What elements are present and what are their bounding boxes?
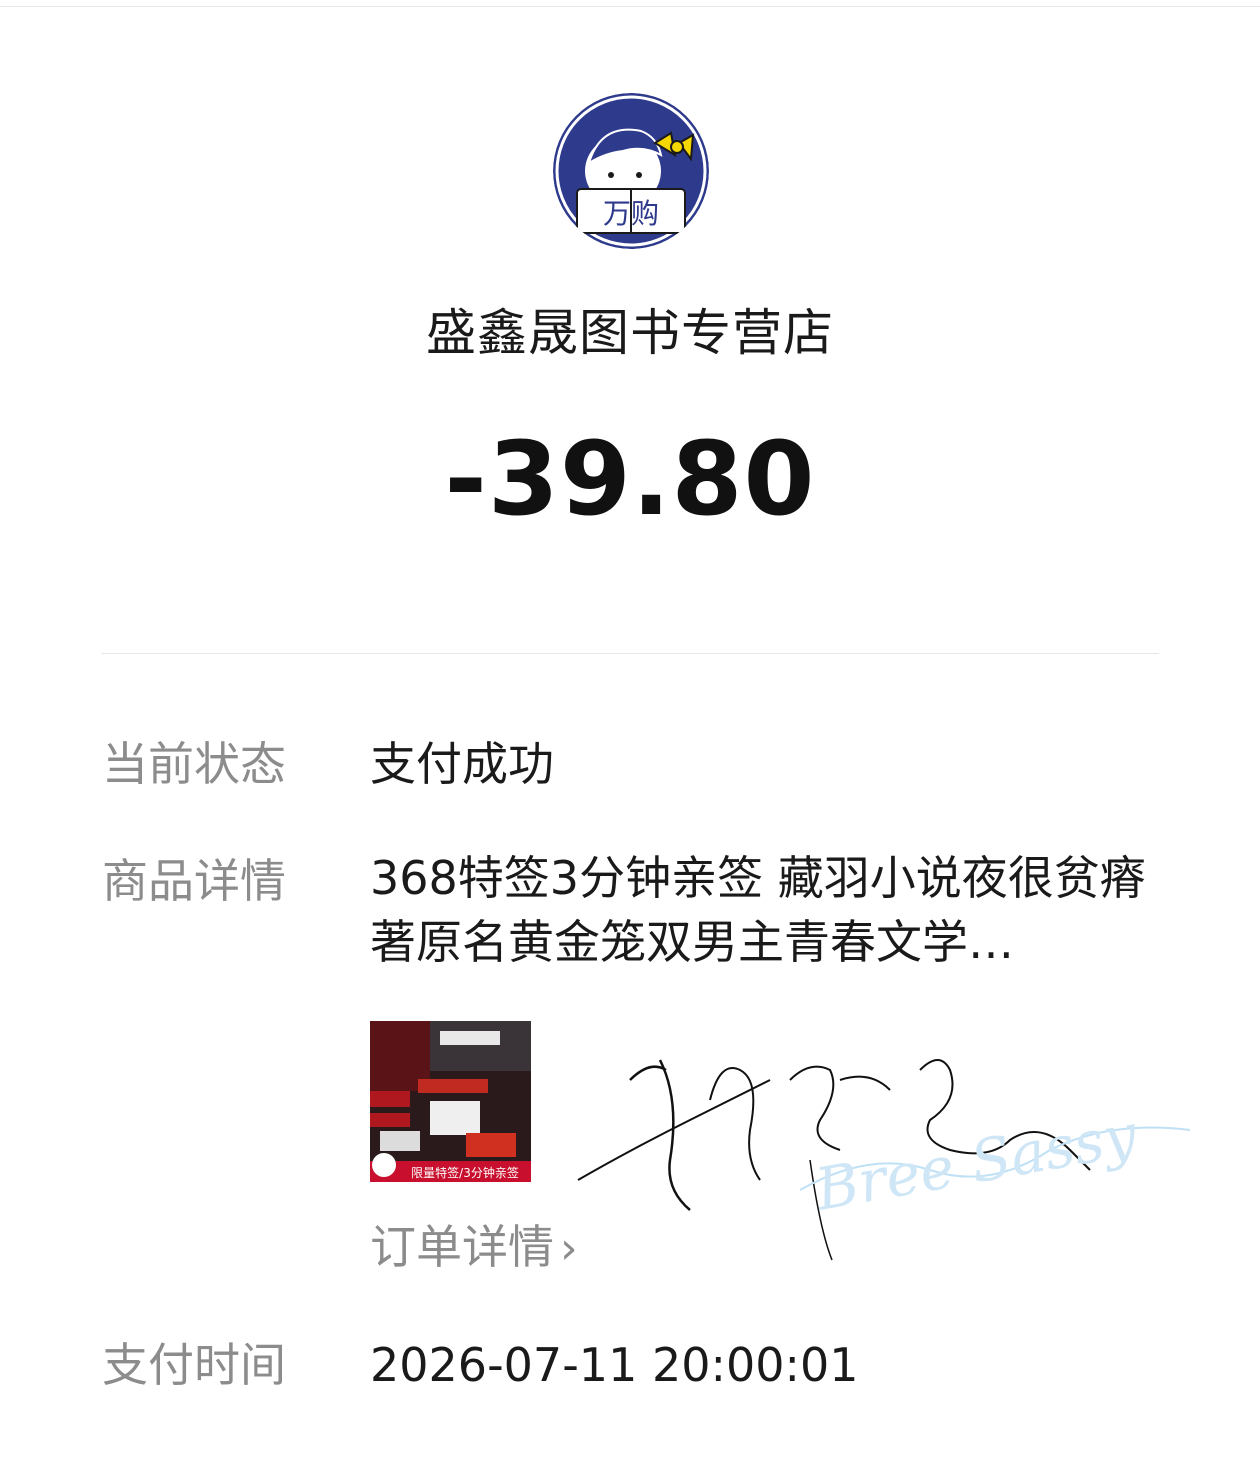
status-value: 支付成功 (370, 737, 554, 791)
shop-name: 盛鑫晟图书专营店 (426, 304, 834, 362)
chevron-right-icon: › (560, 1223, 578, 1274)
order-details-link[interactable]: 订单详情 › (370, 1216, 578, 1280)
thumbnail-caption: 限量特签/3分钟亲签 (411, 1165, 519, 1180)
status-label: 当前状态 (102, 737, 286, 791)
section-divider (101, 653, 1159, 654)
top-divider (0, 6, 1260, 7)
goods-description: 368特签3分钟亲签 藏羽小说夜很贫瘠著原名黄金笼双男主青春文学… (370, 851, 1146, 969)
goods-label: 商品详情 (102, 854, 286, 908)
order-details-label: 订单详情 (370, 1220, 554, 1274)
signature-watermark: Bree Sassy (577, 1059, 1191, 1261)
pay-time-label: 支付时间 (102, 1338, 286, 1392)
shop-logo: 万购 (553, 93, 709, 249)
payment-amount: -39.80 (444, 420, 816, 539)
pay-time-value: 2026-07-11 20:00:01 (370, 1338, 859, 1392)
product-thumbnail[interactable]: 限量特签/3分钟亲签 (370, 1021, 531, 1182)
signature-text: Bree Sassy (810, 1100, 1143, 1224)
logo-text: 万购 (603, 197, 659, 230)
